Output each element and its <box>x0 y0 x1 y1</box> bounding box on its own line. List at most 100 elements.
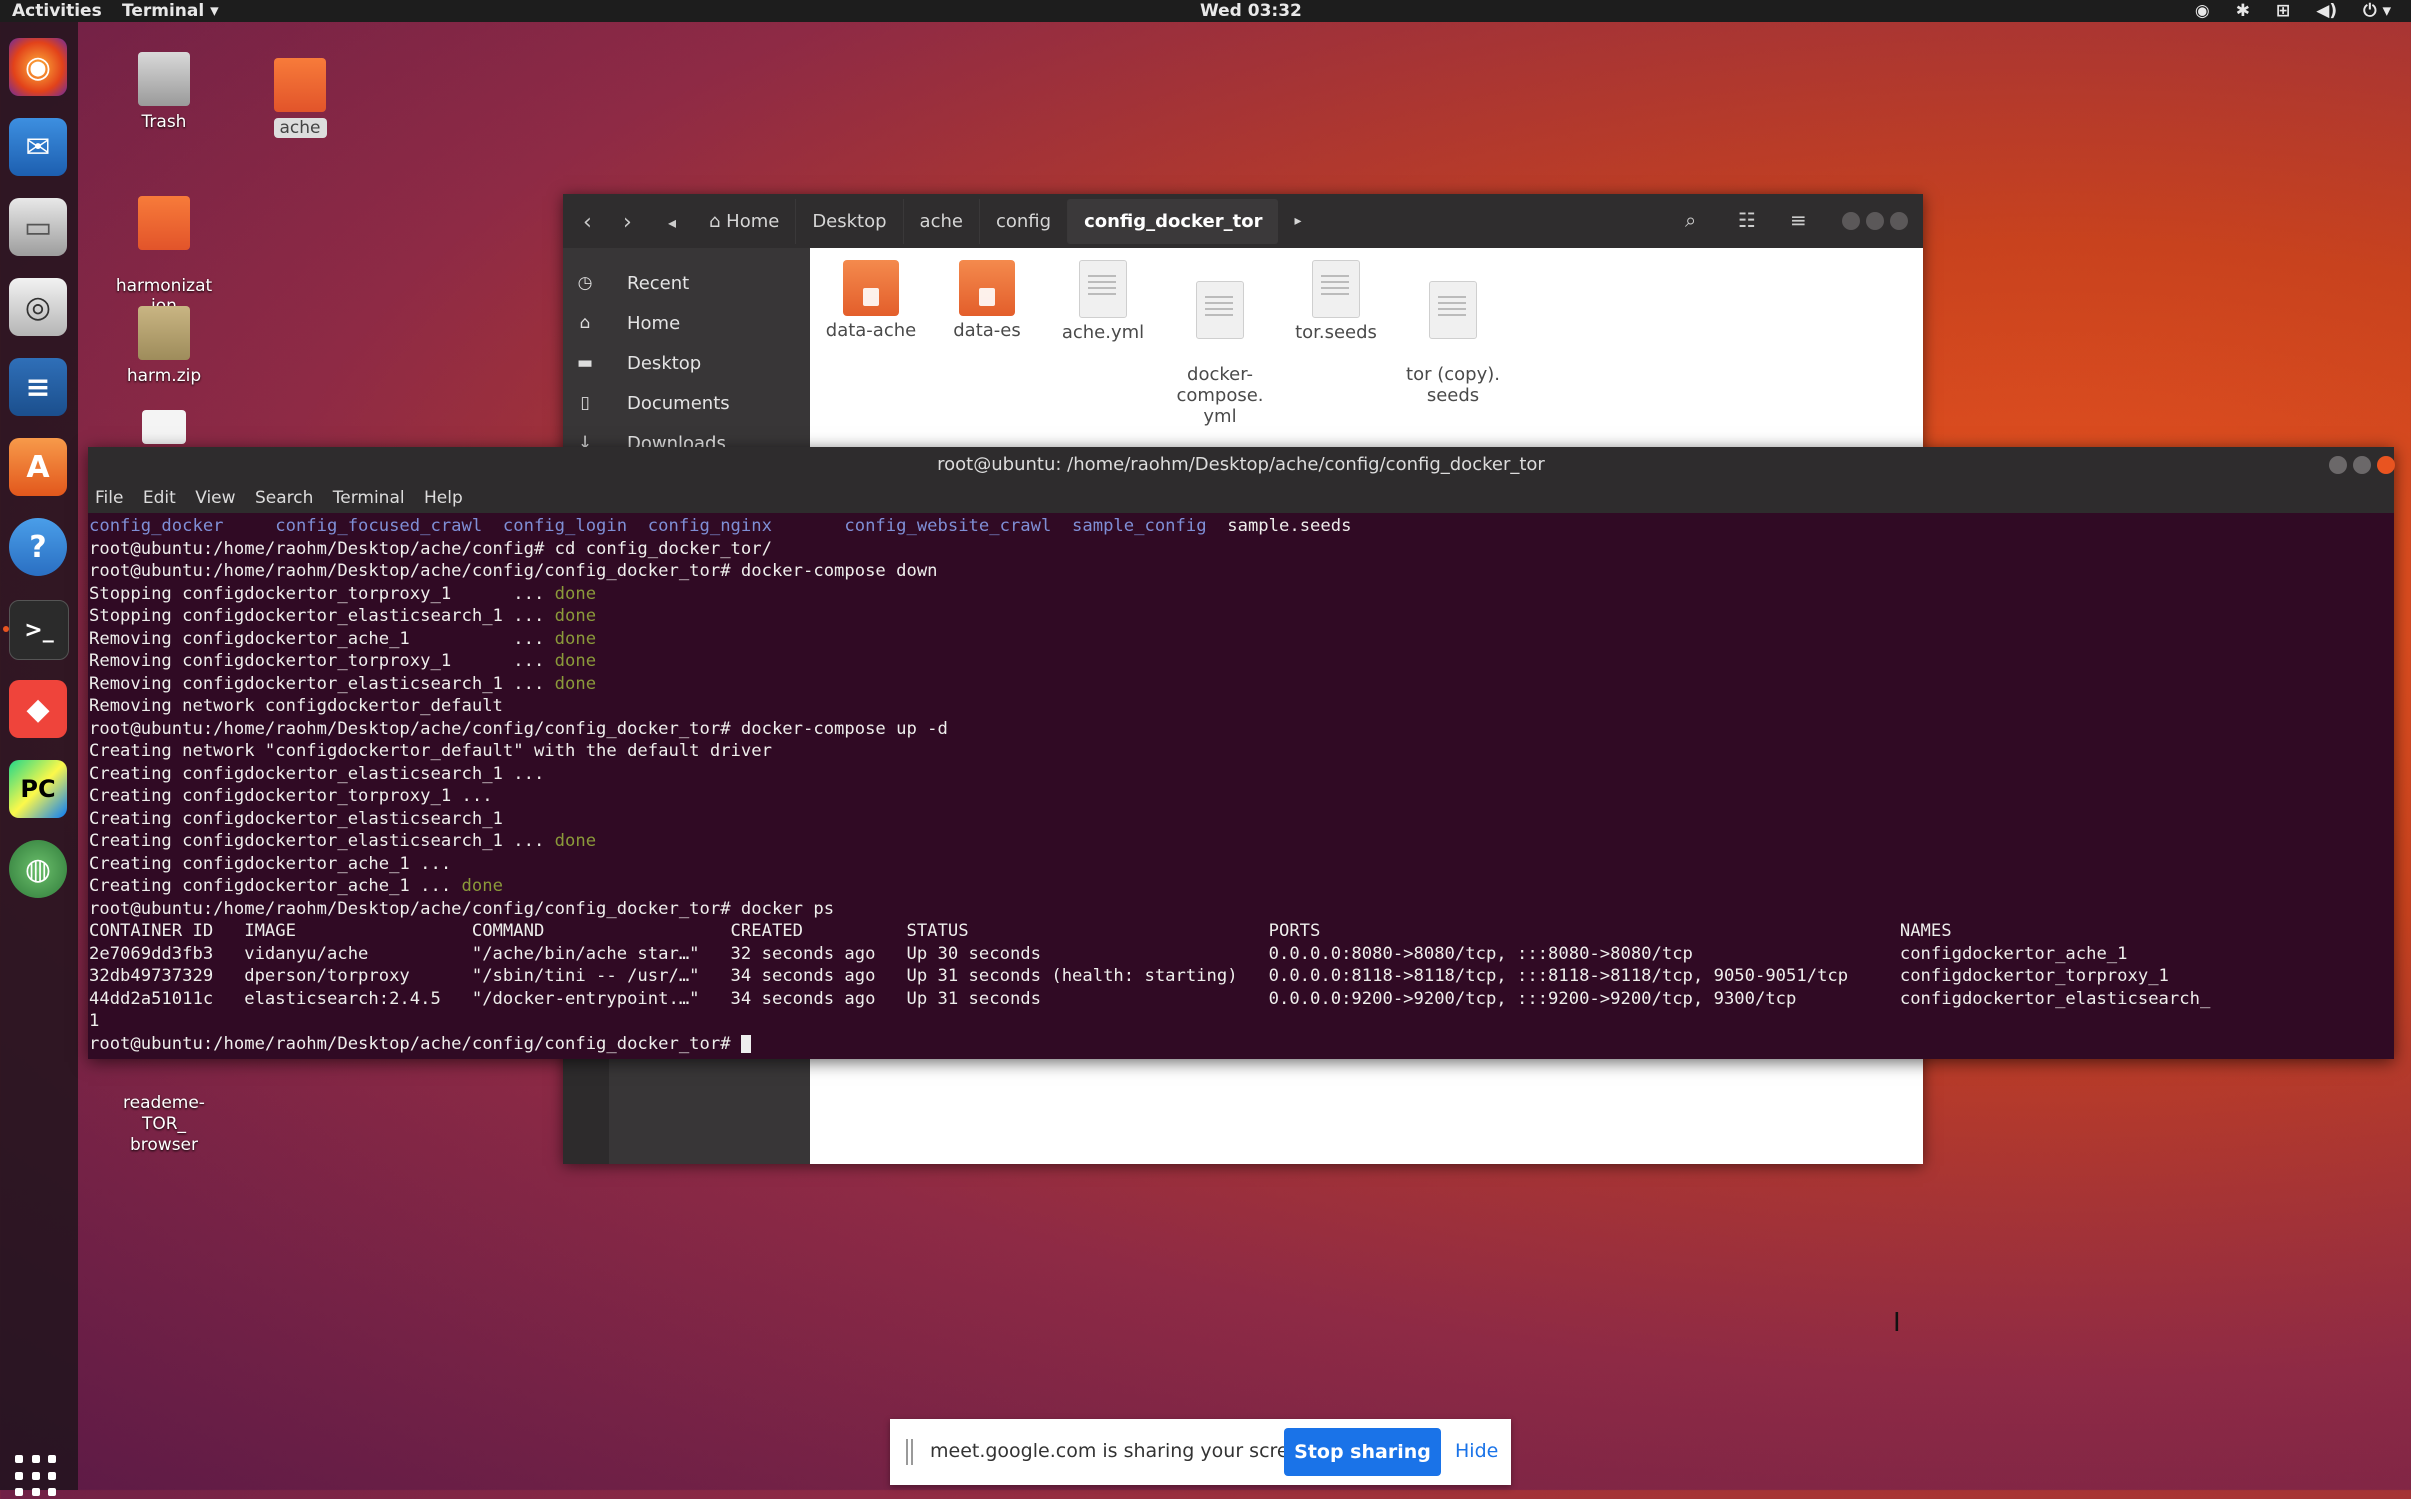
terminal-line: Removing network configdockertor_default <box>89 695 503 717</box>
menu-view[interactable]: View <box>195 483 235 513</box>
maximize-button[interactable] <box>2353 456 2371 474</box>
desktop-icon-harmonization[interactable]: harmonizat ion <box>109 176 219 316</box>
top-bar: Activities Terminal ▾ Wed 03:32 ◉ ✱ ⊞ ◀)… <box>0 0 2411 22</box>
file-item-data-ache[interactable]: data-ache <box>816 260 926 341</box>
crumb-config[interactable]: config <box>978 198 1067 244</box>
menu-file[interactable]: File <box>95 483 123 513</box>
rhythmbox-icon[interactable]: ◎ <box>9 278 67 336</box>
forward-icon[interactable]: › <box>623 210 632 235</box>
menu-edit[interactable]: Edit <box>143 483 176 513</box>
desktop-icon-label: reademe- TOR_ browser <box>123 1093 205 1155</box>
file-item-docker-compose-yml[interactable]: docker- compose. yml <box>1165 260 1275 427</box>
firefox-icon[interactable]: ◉ <box>9 38 67 96</box>
menu-search[interactable]: Search <box>255 483 313 513</box>
search-icon[interactable]: ⌕ <box>1685 208 1696 232</box>
terminal-menubar: File Edit View Search Terminal Help <box>88 483 2394 513</box>
desktop-icon-document[interactable] <box>109 410 219 450</box>
system-tray[interactable]: ◉ ✱ ⊞ ◀) ⏻ ▾ <box>2195 0 2391 22</box>
file-item-tor-seeds[interactable]: tor.seeds <box>1281 260 1391 343</box>
home-icon: ⌂ <box>709 210 727 232</box>
screen-share-bar: meet.google.com is sharing your screen. … <box>890 1419 1511 1485</box>
terminal-text: root@ubuntu:/home/raohm/Desktop/ache/con… <box>89 561 938 581</box>
text-file-icon <box>1079 260 1127 318</box>
crumb-desktop[interactable]: Desktop <box>795 198 902 244</box>
menu-help[interactable]: Help <box>424 483 463 513</box>
terminal-icon[interactable]: >_ <box>3 600 69 660</box>
bluetooth-icon[interactable]: ✱ <box>2236 0 2250 22</box>
terminal-line: root@ubuntu:/home/raohm/Desktop/ache/con… <box>89 560 938 582</box>
drag-handle-icon[interactable] <box>906 1439 914 1465</box>
activities-button[interactable]: Activities <box>12 0 102 22</box>
minimize-button[interactable] <box>1842 212 1860 230</box>
help-icon[interactable]: ? <box>9 518 67 576</box>
sidebar-item-home[interactable]: ⌂ Home <box>563 304 810 344</box>
network-icon[interactable]: ◉ <box>2195 0 2210 22</box>
menu-icon[interactable]: ≡ <box>1790 208 1807 232</box>
path-scroll-right-icon[interactable]: ▸ <box>1278 201 1317 241</box>
document-icon <box>142 410 186 444</box>
wired-network-icon[interactable]: ⊞ <box>2276 0 2290 22</box>
menu-terminal[interactable]: Terminal <box>333 483 405 513</box>
terminal-text: Removing configdockertor_torproxy_1 ... <box>89 651 555 671</box>
terminal-line: 1 <box>89 1010 99 1032</box>
terminal-line: Removing configdockertor_torproxy_1 ... … <box>89 650 596 672</box>
terminal-line: root@ubuntu:/home/raohm/Desktop/ache/con… <box>89 538 772 560</box>
terminal-text: done <box>554 673 597 694</box>
breadcrumb: ⌂ Home Desktop ache config config_docker… <box>693 194 1318 248</box>
close-button[interactable] <box>2377 456 2395 474</box>
show-applications-icon[interactable] <box>15 1455 59 1499</box>
sidebar-item-label: Home <box>627 313 681 334</box>
hide-button[interactable]: Hide <box>1455 1440 1498 1462</box>
stop-sharing-button[interactable]: Stop sharing <box>1284 1428 1441 1476</box>
terminal-title: root@ubuntu: /home/raohm/Desktop/ache/co… <box>88 447 2394 483</box>
terminal-text: 32db49737329 dperson/torproxy "/sbin/tin… <box>89 966 2169 986</box>
crumb-ache[interactable]: ache <box>902 198 979 244</box>
clock[interactable]: Wed 03:32 <box>1200 0 1302 22</box>
file-item-tor-copy-seeds[interactable]: tor (copy). seeds <box>1398 260 1508 406</box>
sidebar-item-label: Documents <box>627 393 730 414</box>
view-toggle-icon[interactable]: ☷ <box>1738 208 1756 232</box>
terminal-line: Removing configdockertor_ache_1 ... done <box>89 628 596 650</box>
terminal-text: Creating configdockertor_ache_1 ... <box>89 853 452 874</box>
terminal-line: CONTAINER ID IMAGE COMMAND CREATED STATU… <box>89 920 1952 942</box>
sidebar-item-recent[interactable]: ◷ Recent <box>563 264 810 304</box>
sidebar-item-documents[interactable]: ▯ Documents <box>563 384 810 424</box>
terminal-window: root@ubuntu: /home/raohm/Desktop/ache/co… <box>88 447 2395 1059</box>
pycharm-icon[interactable]: PC <box>9 760 67 818</box>
anydesk-icon[interactable]: ◆ <box>9 680 67 738</box>
writer-icon[interactable]: ≡ <box>9 358 67 416</box>
sidebar-item-desktop[interactable]: ▬ Desktop <box>563 344 810 384</box>
maximize-button[interactable] <box>1866 212 1884 230</box>
terminal-line: Creating configdockertor_elasticsearch_1 <box>89 808 503 830</box>
files-icon[interactable]: ▭ <box>9 198 67 256</box>
desktop-icon-readme-tor-browser[interactable]: reademe- TOR_ browser <box>109 1072 219 1156</box>
app-menu[interactable]: Terminal ▾ <box>122 0 219 22</box>
terminal-line: Stopping configdockertor_torproxy_1 ... … <box>89 583 596 605</box>
desktop-icon-harm-zip[interactable]: harm.zip <box>109 306 219 386</box>
back-icon[interactable]: ‹ <box>583 210 592 235</box>
terminal-text: Removing network configdockertor_default <box>89 696 503 716</box>
software-icon[interactable]: A <box>9 438 67 496</box>
path-scroll-left-icon[interactable]: ◂ <box>668 213 676 232</box>
crumb-config-docker-tor[interactable]: config_docker_tor <box>1067 198 1279 244</box>
power-icon[interactable]: ⏻ ▾ <box>2363 0 2391 22</box>
terminal-text: 44dd2a51011c elasticsearch:2.4.5 "/docke… <box>89 988 2211 1009</box>
file-item-ache-yml[interactable]: ache.yml <box>1048 260 1158 343</box>
thunderbird-icon[interactable]: ✉ <box>9 118 67 176</box>
document-icon: ▯ <box>580 393 590 413</box>
close-button[interactable] <box>1890 212 1908 230</box>
terminal-line: root@ubuntu:/home/raohm/Desktop/ache/con… <box>89 898 834 920</box>
crumb-home[interactable]: ⌂ Home <box>693 199 795 244</box>
folder-icon <box>274 58 326 112</box>
desktop-icon-label: harm.zip <box>126 366 202 386</box>
desktop-icon-trash[interactable]: Trash <box>109 52 219 132</box>
locked-folder-icon <box>843 260 899 316</box>
sidebar-item-label: Desktop <box>627 353 702 374</box>
volume-icon[interactable]: ◀) <box>2316 0 2337 22</box>
file-item-data-es[interactable]: data-es <box>932 260 1042 341</box>
terminal-output[interactable]: config_docker config_focused_crawl confi… <box>88 513 2394 1059</box>
minimize-button[interactable] <box>2329 456 2347 474</box>
desktop-icon-ache[interactable]: ache <box>245 58 355 138</box>
terminal-text: done <box>554 628 597 649</box>
globe-icon[interactable]: ◍ <box>9 840 67 898</box>
